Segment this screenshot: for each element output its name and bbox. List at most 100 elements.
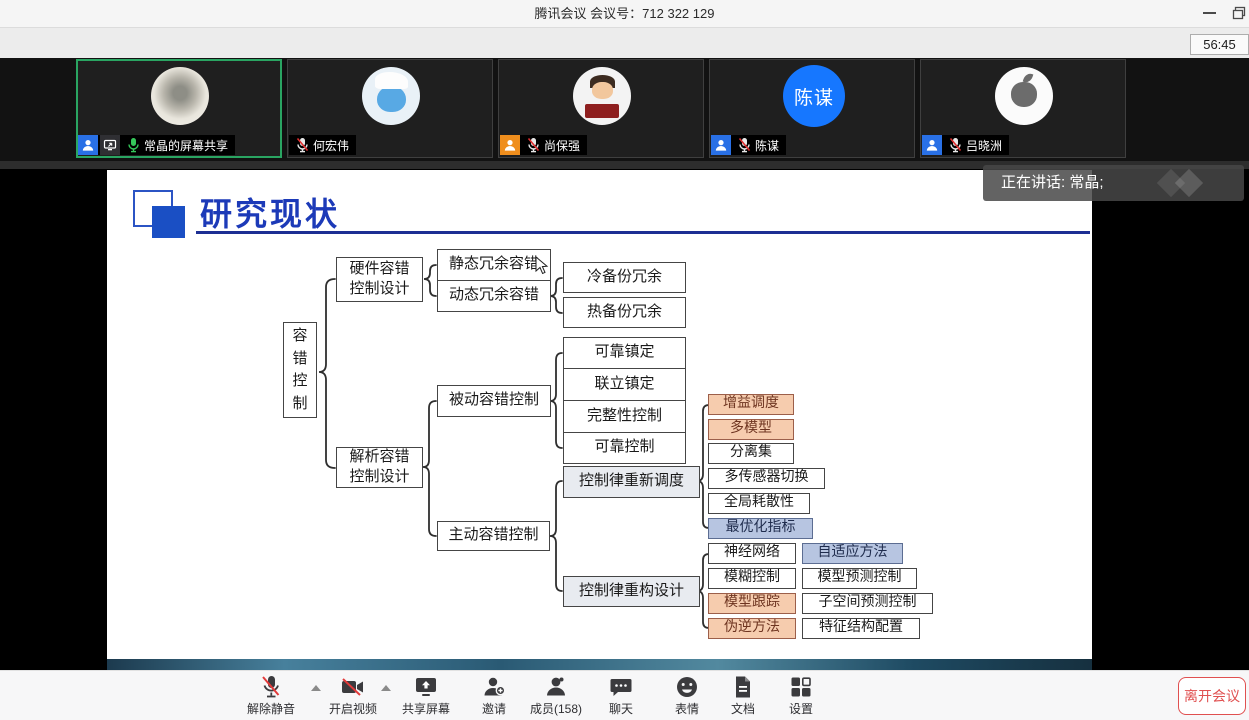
tree-node: 模型跟踪 (708, 593, 796, 614)
participant-name-bar: 常晶的屏幕共享 (78, 135, 235, 155)
restore-icon (1232, 6, 1246, 20)
tree-node: 模糊控制 (708, 568, 796, 589)
video-tile[interactable]: 陈谋 陈谋 (709, 59, 915, 158)
avatar (362, 67, 420, 125)
video-tile[interactable]: 尚保强 (498, 59, 704, 158)
toolbar-label: 共享屏幕 (402, 700, 450, 717)
tree-node: 被动容错控制 (437, 385, 551, 417)
tree-node: 分离集 (708, 443, 794, 464)
speaking-banner-text: 正在讲话: 常晶; (1001, 165, 1104, 201)
mouse-cursor (535, 256, 549, 276)
watermark-logo (1175, 169, 1203, 197)
avatar (151, 67, 209, 125)
title-underline (196, 231, 1090, 234)
share-screen-button[interactable]: 共享屏幕 (390, 675, 462, 719)
video-strip: 常晶的屏幕共享 何宏伟 (0, 58, 1249, 161)
shared-screen-bottom-band (107, 659, 1092, 670)
participant-name: 何宏伟 (313, 137, 349, 154)
tree-node: 控制律重构设计 (563, 576, 700, 607)
settings-icon (789, 675, 813, 699)
meeting-timer: 56:45 (1190, 34, 1249, 55)
toolbar-label: 解除静音 (247, 700, 295, 717)
avatar-initials: 陈谋 (794, 83, 834, 110)
participant-name-bar: 陈谋 (711, 135, 786, 155)
restore-button[interactable] (1224, 0, 1249, 26)
document-icon (732, 675, 754, 699)
start-video-button[interactable]: 开启视频 (317, 675, 389, 719)
mic-muted-icon (524, 136, 542, 154)
unmute-button[interactable]: 解除静音 (235, 675, 307, 719)
tree-node: 多模型 (708, 419, 794, 440)
tree-node: 静态冗余容错 (437, 249, 551, 281)
settings-button[interactable]: 设置 (765, 675, 837, 719)
member-badge-icon (711, 135, 731, 155)
tree-node: 主动容错控制 (437, 521, 550, 551)
mic-on-icon (124, 136, 142, 154)
avatar (573, 67, 631, 125)
chat-icon (609, 675, 633, 699)
tree-node: 硬件容错 控制设计 (336, 257, 423, 302)
tree-node: 子空间预测控制 (802, 593, 933, 614)
tree-node: 控制律重新调度 (563, 466, 700, 498)
meeting-sub-bar: 56:45 (0, 28, 1249, 59)
tree-node: 解析容错 控制设计 (336, 447, 423, 488)
toolbar-label: 表情 (675, 700, 699, 717)
avatar: 陈谋 (783, 65, 845, 127)
tree-node: 模型预测控制 (802, 568, 917, 589)
screen-share-icon (100, 135, 120, 155)
tree-node: 冷备份冗余 (563, 262, 686, 293)
tree-node-root: 容 错 控 制 (283, 322, 317, 418)
emoji-icon (675, 675, 699, 699)
invite-icon (482, 675, 506, 699)
participant-name: 吕晓洲 (966, 137, 1002, 154)
video-tile[interactable]: 常晶的屏幕共享 (76, 59, 282, 158)
camera-off-icon (340, 675, 366, 699)
tree-node: 可靠控制 (563, 432, 686, 464)
title-decoration-square (152, 206, 185, 238)
participant-name-bar: 吕晓洲 (922, 135, 1009, 155)
video-tile[interactable]: 何宏伟 (287, 59, 493, 158)
tree-node: 神经网络 (708, 543, 796, 564)
slide-title: 研究现状 (200, 189, 340, 235)
tree-node: 热备份冗余 (563, 297, 686, 328)
toolbar-label: 成员(158) (530, 700, 582, 717)
chat-button[interactable]: 聊天 (585, 675, 657, 719)
toolbar-label: 开启视频 (329, 700, 377, 717)
tree-node: 动态冗余容错 (437, 280, 551, 312)
participant-name-bar: 何宏伟 (289, 135, 356, 155)
tree-node: 最优化指标 (708, 518, 813, 539)
tree-node: 自适应方法 (802, 543, 903, 564)
meeting-toolbar: 解除静音 开启视频 共享屏幕 邀请 成员(158) (0, 670, 1249, 720)
video-tile[interactable]: 吕晓洲 (920, 59, 1126, 158)
toolbar-label: 邀请 (482, 700, 506, 717)
tree-node: 多传感器切换 (708, 468, 825, 489)
toolbar-label: 聊天 (609, 700, 633, 717)
members-icon (544, 675, 568, 699)
mic-muted-icon (946, 136, 964, 154)
avatar (995, 67, 1053, 125)
toolbar-label: 设置 (789, 700, 813, 717)
meeting-window: 腾讯会议 会议号：712 322 129 56:45 (0, 0, 1249, 720)
participant-name: 陈谋 (755, 137, 779, 154)
tree-node: 全局耗散性 (708, 493, 810, 514)
mic-muted-icon (293, 136, 311, 154)
minimize-icon (1203, 12, 1216, 14)
participant-name: 尚保强 (544, 137, 580, 154)
members-button[interactable]: 成员(158) (520, 675, 592, 719)
participant-name: 常晶的屏幕共享 (144, 137, 228, 154)
minimize-button[interactable] (1194, 0, 1224, 26)
tree-node: 联立镇定 (563, 368, 686, 401)
share-screen-icon (413, 675, 439, 699)
member-badge-icon (500, 135, 520, 155)
leave-meeting-button[interactable]: 离开会议 (1178, 677, 1246, 715)
tree-node: 增益调度 (708, 394, 794, 415)
participant-name-bar: 尚保强 (500, 135, 587, 155)
tree-node: 伪逆方法 (708, 618, 796, 639)
mic-muted-icon (260, 675, 282, 699)
window-title: 腾讯会议 会议号：712 322 129 (0, 0, 1249, 27)
tree-node: 完整性控制 (563, 400, 686, 433)
speaking-banner: 正在讲话: 常晶; (983, 165, 1244, 201)
tree-node: 特征结构配置 (802, 618, 920, 639)
title-bar: 腾讯会议 会议号：712 322 129 (0, 0, 1249, 28)
toolbar-label: 文档 (731, 700, 755, 717)
